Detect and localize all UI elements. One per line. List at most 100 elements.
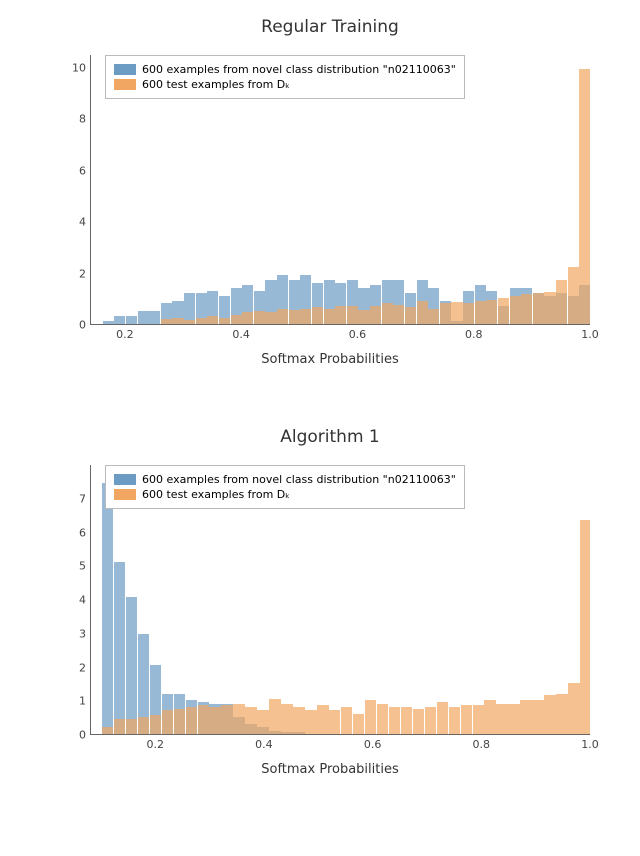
histogram-bar <box>463 303 474 324</box>
histogram-bar <box>341 707 352 734</box>
histogram-bar <box>126 316 137 324</box>
histogram-bar <box>498 298 509 324</box>
histogram-bar <box>242 312 253 324</box>
histogram-bar <box>198 705 209 734</box>
legend-top: 600 examples from novel class distributi… <box>105 55 465 99</box>
histogram-bar <box>126 597 137 734</box>
legend-entry: 600 examples from novel class distributi… <box>114 473 456 486</box>
chart-regular-training: Regular Training Normalized Height 600 e… <box>60 45 600 365</box>
histogram-bar <box>329 710 340 734</box>
chart-title: Regular Training <box>60 17 600 37</box>
histogram-bar <box>277 309 288 324</box>
histogram-bar <box>324 309 335 324</box>
histogram-bar <box>149 311 160 324</box>
histogram-bar <box>102 483 113 734</box>
histogram-bar <box>257 710 268 734</box>
histogram-bar <box>221 705 232 734</box>
histogram-bar <box>114 562 125 734</box>
histogram-bar <box>508 704 519 734</box>
legend-bottom: 600 examples from novel class distributi… <box>105 465 465 509</box>
chart-algorithm-1: Algorithm 1 Normalized Height 600 exampl… <box>60 455 600 775</box>
histogram-bar <box>353 714 364 734</box>
histogram-bar <box>293 707 304 734</box>
histogram-bar <box>300 309 311 324</box>
histogram-bar <box>496 704 507 734</box>
x-tick: 0.2 <box>116 328 134 341</box>
histogram-bar <box>161 319 172 324</box>
histogram-bar <box>370 306 381 324</box>
histogram-bar <box>473 705 484 734</box>
y-tick: 2 <box>66 267 86 280</box>
x-axis-label: Softmax Probabilities <box>60 762 600 777</box>
legend-label: 600 examples from novel class distributi… <box>142 473 456 486</box>
histogram-bar <box>568 267 579 324</box>
y-tick: 0 <box>66 319 86 332</box>
y-tick: 1 <box>66 695 86 708</box>
histogram-bar <box>312 307 323 324</box>
histogram-bar <box>532 700 543 734</box>
histogram-bar <box>428 309 439 324</box>
histogram-bar <box>172 318 183 324</box>
x-tick: 1.0 <box>581 328 599 341</box>
histogram-bar <box>405 307 416 324</box>
histogram-bar <box>209 707 220 734</box>
histogram-bar <box>568 683 579 734</box>
histogram-bar <box>544 292 555 324</box>
figure: Regular Training Normalized Height 600 e… <box>0 0 640 856</box>
y-tick: 0 <box>66 729 86 742</box>
histogram-bar <box>281 704 292 734</box>
histogram-bar <box>126 719 137 734</box>
y-tick: 3 <box>66 627 86 640</box>
histogram-bar <box>389 707 400 734</box>
histogram-bar <box>269 699 280 734</box>
y-tick: 4 <box>66 594 86 607</box>
histogram-bar <box>317 705 328 734</box>
histogram-bar <box>265 312 276 324</box>
y-tick: 6 <box>66 164 86 177</box>
histogram-bar <box>449 707 460 734</box>
histogram-bar <box>102 727 113 734</box>
x-tick: 0.2 <box>146 738 164 751</box>
legend-label: 600 examples from novel class distributi… <box>142 63 456 76</box>
histogram-bar <box>580 520 590 734</box>
x-axis-label: Softmax Probabilities <box>60 352 600 367</box>
histogram-bar <box>347 306 358 324</box>
histogram-bar <box>289 310 300 324</box>
histogram-bar <box>556 694 567 735</box>
histogram-bar <box>231 315 242 324</box>
legend-label: 600 test examples from Dₖ <box>142 488 290 501</box>
histogram-bar <box>521 294 532 324</box>
histogram-bar <box>520 700 531 734</box>
histogram-bar <box>579 69 590 324</box>
histogram-bar <box>510 296 521 324</box>
histogram-bar <box>451 302 462 324</box>
y-tick: 2 <box>66 661 86 674</box>
histogram-bar <box>358 310 369 324</box>
y-tick: 6 <box>66 526 86 539</box>
histogram-bar <box>162 710 173 734</box>
histogram-bar <box>335 306 346 324</box>
histogram-bar <box>475 301 486 324</box>
histogram-bar <box>207 316 218 324</box>
histogram-bar <box>393 305 404 324</box>
legend-entry: 600 test examples from Dₖ <box>114 78 456 91</box>
x-tick: 0.6 <box>349 328 367 341</box>
legend-swatch-icon <box>114 474 136 485</box>
legend-label: 600 test examples from Dₖ <box>142 78 290 91</box>
x-tick: 0.6 <box>364 738 382 751</box>
histogram-bar <box>103 321 114 324</box>
histogram-bar <box>254 311 265 324</box>
legend-entry: 600 test examples from Dₖ <box>114 488 456 501</box>
x-tick: 1.0 <box>581 738 599 751</box>
y-tick: 5 <box>66 560 86 573</box>
histogram-bar <box>305 710 316 734</box>
histogram-bar <box>114 316 125 324</box>
legend-swatch-icon <box>114 79 136 90</box>
histogram-bar <box>219 318 230 324</box>
chart-title: Algorithm 1 <box>60 427 600 447</box>
histogram-bar <box>401 707 412 734</box>
histogram-bar <box>544 695 555 734</box>
histogram-bar <box>186 707 197 734</box>
histogram-bar <box>437 702 448 734</box>
histogram-bar <box>377 704 388 734</box>
